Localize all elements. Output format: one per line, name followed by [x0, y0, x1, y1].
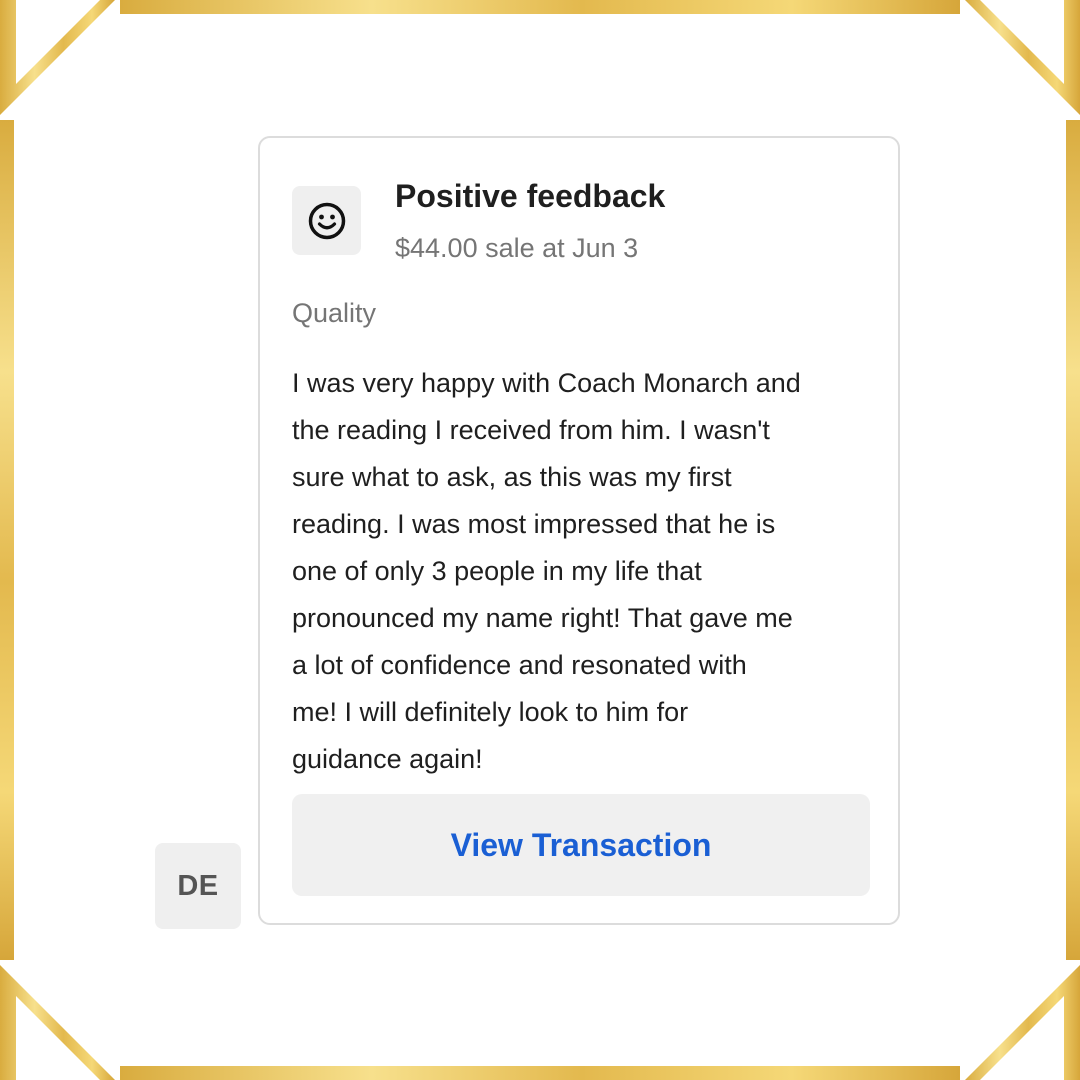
review-text: I was very happy with Coach Monarch and … [292, 360, 872, 783]
review-line: reading. I was most impressed that he is [292, 509, 776, 539]
feedback-icon-box [292, 186, 361, 255]
review-line: the reading I received from him. I wasn'… [292, 415, 770, 445]
review-line: I was very happy with Coach Monarch and [292, 368, 801, 398]
review-line: a lot of confidence and resonated with [292, 650, 747, 680]
sale-info: $44.00 sale at Jun 3 [395, 233, 639, 263]
feedback-title: Positive feedback [395, 178, 666, 214]
review-line: pronounced my name right! That gave me [292, 603, 793, 633]
review-line: sure what to ask, as this was my first [292, 462, 732, 492]
feedback-category: Quality [292, 298, 377, 328]
view-transaction-button[interactable]: View Transaction [292, 794, 870, 896]
avatar[interactable]: DE [155, 843, 241, 929]
review-line: me! I will definitely look to him for [292, 697, 689, 727]
smiley-face-icon [308, 202, 345, 239]
review-line: guidance again! [292, 744, 483, 774]
review-line: one of only 3 people in my life that [292, 556, 702, 586]
feedback-card: Positive feedback $44.00 sale at Jun 3 Q… [258, 136, 900, 925]
avatar-initials: DE [177, 869, 219, 902]
